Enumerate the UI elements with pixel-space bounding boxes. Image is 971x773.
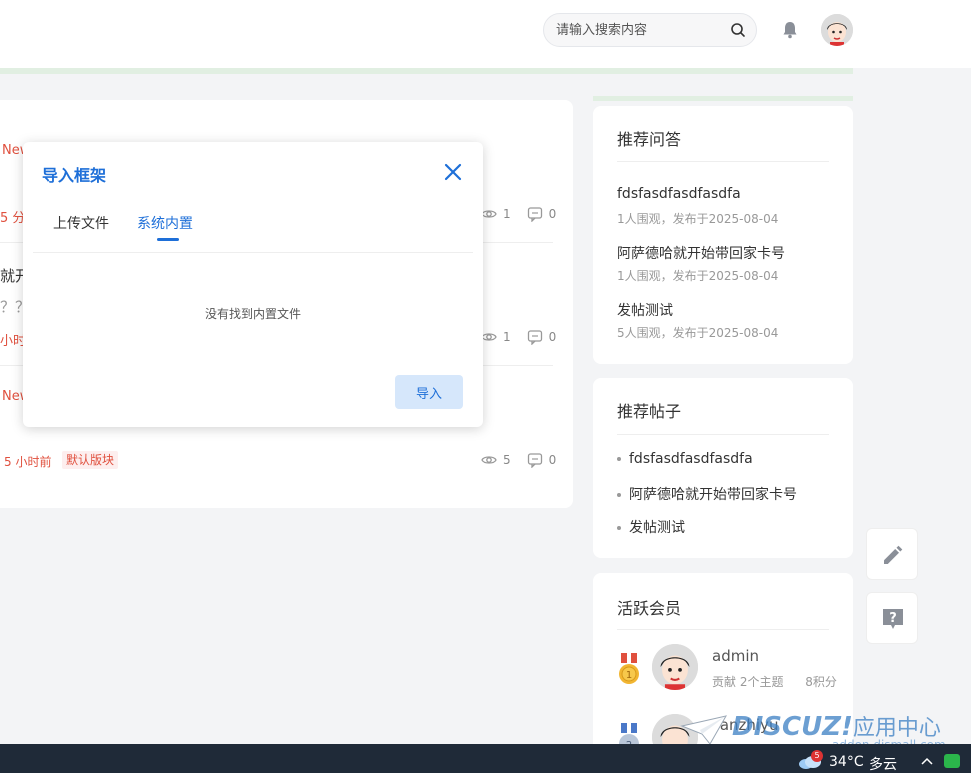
card-divider (617, 629, 829, 630)
close-icon[interactable] (443, 162, 463, 182)
post-item[interactable]: fdsfasdfasdfasdfa (617, 451, 753, 467)
header-accent-line (0, 68, 853, 74)
weather-text: 多云 (869, 757, 897, 773)
active-members-title: 活跃会员 (617, 599, 682, 618)
forum-tag[interactable]: 默认版块 (62, 451, 119, 469)
top-header (0, 0, 971, 68)
thread-stats: 5 0 (481, 452, 556, 468)
question-icon: ? (883, 609, 903, 629)
post-item-title: fdsfasdfasdfasdfa (629, 451, 753, 467)
thread-time: 5 小时前 (4, 455, 52, 469)
qa-item-title[interactable]: fdsfasdfasdfasdfa (617, 186, 741, 202)
post-item[interactable]: 发帖测试 (617, 517, 685, 537)
search-input[interactable] (556, 20, 721, 40)
wechat-icon[interactable] (944, 754, 960, 768)
notification-badge: 5 (811, 750, 823, 762)
card-divider (617, 161, 829, 162)
thread-stats: 1 0 (481, 206, 556, 222)
sidebar-accent-line (593, 96, 853, 101)
tab-upload-file[interactable]: 上传文件 (53, 213, 109, 233)
post-item-title: 发帖测试 (629, 520, 685, 536)
recommended-qa-title: 推荐问答 (617, 130, 682, 149)
card-divider (617, 434, 829, 435)
import-framework-dialog: 导入框架 上传文件 系统内置 没有找到内置文件 导入 (23, 142, 483, 427)
post-item[interactable]: 阿萨德哈就开始带回家卡号 (617, 484, 797, 504)
member-rank-label: 1 (626, 670, 632, 681)
bullet-dot (617, 457, 621, 461)
dialog-title: 导入框架 (42, 166, 107, 185)
qa-item-meta: 5人围观，发布于2025-08-04 (617, 326, 779, 340)
eye-icon (481, 456, 497, 464)
bullet-dot (617, 493, 621, 497)
avatar-image (821, 14, 853, 46)
new-post-button[interactable] (866, 528, 918, 580)
svg-text:?: ? (889, 611, 897, 626)
medal-gold-icon: 1 (619, 653, 639, 684)
avatar-image (652, 644, 698, 690)
pencil-icon (884, 545, 903, 564)
qa-item-title[interactable]: 发帖测试 (617, 300, 673, 320)
chevron-up-icon[interactable] (921, 756, 933, 766)
member-meta: 贡献 2个主题 8积分 (712, 673, 837, 690)
recommended-qa-card: 推荐问答 fdsfasdfasdfasdfa 1人围观，发布于2025-08-0… (593, 106, 853, 364)
member-points: 8积分 (805, 675, 837, 689)
post-item-title: 阿萨德哈就开始带回家卡号 (629, 487, 797, 503)
system-taskbar: 5 34°C 多云 (0, 744, 971, 773)
view-count: 1 (503, 207, 511, 221)
paper-plane-icon (680, 715, 727, 745)
bullet-dot (617, 526, 621, 530)
comment-icon (527, 207, 542, 222)
eye-icon (481, 210, 497, 218)
ask-question-button[interactable]: ? (866, 592, 918, 644)
comment-count: 0 (548, 330, 557, 344)
eye-icon (481, 333, 497, 341)
recommended-posts-title: 推荐帖子 (617, 402, 682, 421)
comment-icon (527, 453, 542, 468)
temperature: 34°C (829, 754, 864, 770)
tab-built-in[interactable]: 系统内置 (137, 213, 193, 233)
member-name[interactable]: admin (712, 647, 759, 665)
search-box[interactable] (543, 13, 757, 47)
search-icon[interactable] (730, 22, 746, 38)
member-avatar[interactable] (652, 644, 698, 690)
bell-icon[interactable] (780, 20, 800, 40)
recommended-posts-card: 推荐帖子 fdsfasdfasdfasdfa 阿萨德哈就开始带回家卡号 发帖测试 (593, 378, 853, 558)
comment-icon (527, 330, 542, 345)
comment-count: 0 (548, 453, 557, 467)
member-contribution: 贡献 2个主题 (712, 675, 784, 689)
empty-state-message: 没有找到内置文件 (204, 307, 301, 321)
active-tab-indicator (157, 238, 179, 241)
view-count: 1 (503, 330, 511, 344)
comment-count: 0 (548, 207, 557, 221)
view-count: 5 (503, 453, 511, 467)
dialog-divider (33, 252, 473, 253)
user-avatar[interactable] (821, 14, 853, 46)
thread-stats: 1 0 (481, 329, 556, 345)
qa-item-meta: 1人围观，发布于2025-08-04 (617, 212, 779, 226)
import-button[interactable]: 导入 (395, 375, 463, 409)
qa-item-title[interactable]: 阿萨德哈就开始带回家卡号 (617, 243, 785, 263)
qa-item-meta: 1人围观，发布于2025-08-04 (617, 269, 779, 283)
